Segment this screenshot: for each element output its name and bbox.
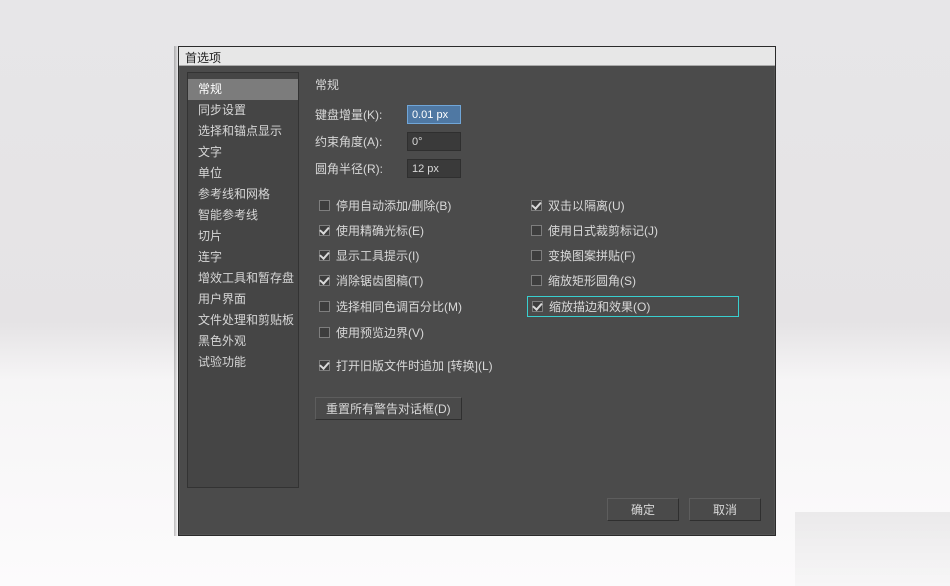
checkbox-icon	[319, 200, 330, 211]
checkbox-label: 双击以隔离(U)	[548, 197, 625, 214]
sidebar-item-user-interface[interactable]: 用户界面	[188, 289, 298, 310]
checkbox-label: 缩放描边和效果(O)	[549, 298, 650, 315]
checkbox-icon	[531, 200, 542, 211]
checkbox-label: 使用日式裁剪标记(J)	[548, 222, 658, 239]
sidebar-item-guides-grid[interactable]: 参考线和网格	[188, 184, 298, 205]
checkbox-label: 变换图案拼贴(F)	[548, 247, 635, 264]
preferences-dialog: 首选项 常规 同步设置 选择和锚点显示 文字 单位 参考线和网格 智能参考线 切…	[178, 46, 776, 536]
sidebar-item-type[interactable]: 文字	[188, 142, 298, 163]
checkbox-label: 显示工具提示(I)	[336, 247, 419, 264]
checkbox-icon	[532, 301, 543, 312]
checkbox-label: 选择相同色调百分比(M)	[336, 298, 462, 315]
checkbox-icon	[319, 225, 330, 236]
checkbox-icon	[319, 250, 330, 261]
sidebar-item-hyphenation[interactable]: 连字	[188, 247, 298, 268]
sidebar-item-general[interactable]: 常规	[188, 79, 298, 100]
checkbox-icon	[319, 301, 330, 312]
checkbox-grid: 停用自动添加/删除(B) 双击以隔离(U) 使用精确光标(E) 使用日式裁剪标记…	[315, 196, 761, 342]
sidebar-item-plugins-scratch[interactable]: 增效工具和暂存盘	[188, 268, 298, 289]
sidebar-item-black-appearance[interactable]: 黑色外观	[188, 331, 298, 352]
general-panel: 常规 键盘增量(K): 约束角度(A): 圆角半径(R): 停用自动添加/删除(…	[309, 72, 767, 488]
opt-anti-aliased-artwork[interactable]: 消除锯齿图稿(T)	[315, 271, 527, 290]
checkbox-label: 停用自动添加/删除(B)	[336, 197, 451, 214]
cancel-button[interactable]: 取消	[689, 498, 761, 521]
sidebar-item-slices[interactable]: 切片	[188, 226, 298, 247]
checkbox-icon	[531, 250, 542, 261]
sidebar-item-experimental[interactable]: 试验功能	[188, 352, 298, 373]
dialog-footer: 确定 取消	[179, 488, 775, 535]
dialog-title: 首选项	[179, 47, 775, 66]
opt-show-tool-tips[interactable]: 显示工具提示(I)	[315, 246, 527, 265]
corner-radius-label: 圆角半径(R):	[315, 160, 407, 177]
keyboard-increment-label: 键盘增量(K):	[315, 106, 407, 123]
checkbox-label: 使用预览边界(V)	[336, 324, 424, 341]
sidebar-item-sync-settings[interactable]: 同步设置	[188, 100, 298, 121]
opt-select-same-tint[interactable]: 选择相同色调百分比(M)	[315, 296, 527, 317]
panel-title: 常规	[315, 76, 761, 93]
opt-precise-cursors[interactable]: 使用精确光标(E)	[315, 221, 527, 240]
opt-double-click-isolate[interactable]: 双击以隔离(U)	[527, 196, 739, 215]
checkbox-icon	[531, 275, 542, 286]
desktop-shadow	[795, 512, 950, 586]
sidebar-item-smart-guides[interactable]: 智能参考线	[188, 205, 298, 226]
checkbox-icon	[319, 275, 330, 286]
checkbox-label: 缩放矩形圆角(S)	[548, 272, 636, 289]
constraint-angle-input[interactable]	[407, 132, 461, 151]
sidebar-item-units[interactable]: 单位	[188, 163, 298, 184]
dialog-body: 常规 同步设置 选择和锚点显示 文字 单位 参考线和网格 智能参考线 切片 连字…	[179, 66, 775, 488]
opt-disable-auto-add-remove[interactable]: 停用自动添加/删除(B)	[315, 196, 527, 215]
corner-radius-input[interactable]	[407, 159, 461, 178]
checkbox-label: 使用精确光标(E)	[336, 222, 424, 239]
constraint-angle-label: 约束角度(A):	[315, 133, 407, 150]
checkbox-icon	[319, 327, 330, 338]
checkbox-icon	[531, 225, 542, 236]
opt-use-preview-bounds[interactable]: 使用预览边界(V)	[315, 323, 527, 342]
opt-append-converted-legacy[interactable]: 打开旧版文件时追加 [转换](L)	[315, 356, 761, 375]
ok-button[interactable]: 确定	[607, 498, 679, 521]
keyboard-increment-input[interactable]	[407, 105, 461, 124]
checkbox-label: 消除锯齿图稿(T)	[336, 272, 423, 289]
opt-scale-strokes-effects[interactable]: 缩放描边和效果(O)	[527, 296, 739, 317]
opt-transform-pattern-tiles[interactable]: 变换图案拼贴(F)	[527, 246, 739, 265]
reset-warnings-button[interactable]: 重置所有警告对话框(D)	[315, 397, 462, 420]
checkbox-icon	[319, 360, 330, 371]
checkbox-label: 打开旧版文件时追加 [转换](L)	[336, 357, 493, 374]
sidebar-item-selection-anchor[interactable]: 选择和锚点显示	[188, 121, 298, 142]
sidebar-item-file-clipboard[interactable]: 文件处理和剪贴板	[188, 310, 298, 331]
opt-japanese-crop-marks[interactable]: 使用日式裁剪标记(J)	[527, 221, 739, 240]
category-sidebar: 常规 同步设置 选择和锚点显示 文字 单位 参考线和网格 智能参考线 切片 连字…	[187, 72, 299, 488]
opt-scale-rectangle-corners[interactable]: 缩放矩形圆角(S)	[527, 271, 739, 290]
